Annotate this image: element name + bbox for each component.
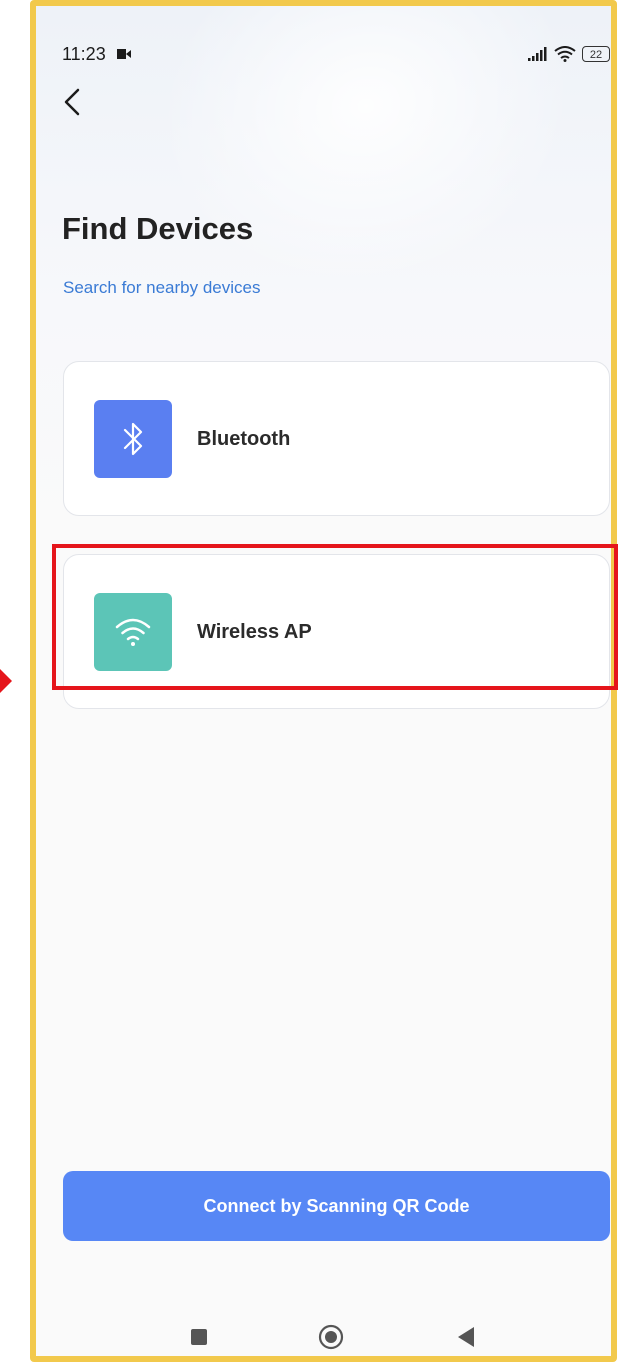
recent-apps-icon[interactable] bbox=[191, 1329, 207, 1345]
wifi-icon bbox=[94, 593, 172, 671]
bluetooth-icon bbox=[94, 400, 172, 478]
battery-level: 22 bbox=[589, 49, 603, 61]
back-triangle-icon[interactable] bbox=[456, 1326, 476, 1348]
bluetooth-option-label: Bluetooth bbox=[197, 428, 291, 450]
annotation-arrow-tip bbox=[0, 669, 12, 693]
wireless-ap-option-card[interactable]: Wireless AP bbox=[63, 554, 610, 709]
page-subtitle: Search for nearby devices bbox=[63, 278, 261, 297]
status-time: 11:23 bbox=[62, 44, 106, 64]
wifi-signal-icon bbox=[554, 46, 576, 62]
camera-icon bbox=[117, 49, 131, 59]
wireless-ap-option-label: Wireless AP bbox=[197, 621, 312, 643]
connect-qr-code-button[interactable]: Connect by Scanning QR Code bbox=[63, 1171, 610, 1241]
status-bar: 11:23 22 bbox=[62, 44, 610, 66]
chevron-left-icon[interactable] bbox=[58, 84, 88, 120]
signal-icon bbox=[528, 47, 547, 61]
home-icon[interactable] bbox=[318, 1324, 344, 1350]
bluetooth-option-card[interactable]: Bluetooth bbox=[63, 361, 610, 516]
battery-icon: 22 bbox=[582, 46, 610, 62]
phone-screen: 11:23 22 Find Devices Search for nearby … bbox=[30, 0, 617, 1362]
page-title: Find Devices bbox=[62, 211, 254, 246]
system-nav-bar bbox=[36, 1316, 611, 1356]
